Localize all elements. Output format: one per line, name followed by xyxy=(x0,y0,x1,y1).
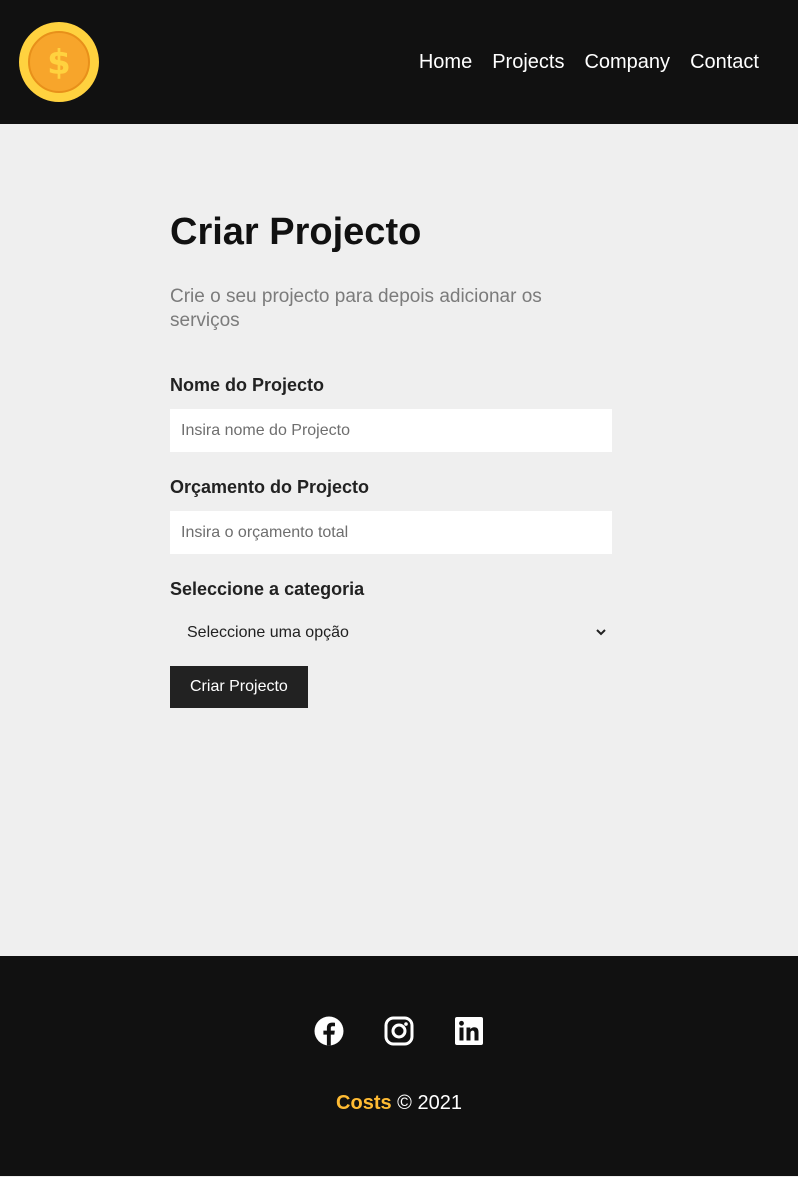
footer: Costs © 2021 xyxy=(0,956,798,1176)
facebook-icon[interactable] xyxy=(314,1016,344,1046)
nav-link-projects[interactable]: Projects xyxy=(492,51,564,74)
project-budget-input[interactable] xyxy=(170,511,612,554)
category-field: Seleccione a categoria Seleccione uma op… xyxy=(170,578,612,652)
gold-coin-dollar-icon[interactable]: $ xyxy=(19,22,99,102)
nav-link-home[interactable]: Home xyxy=(419,51,472,74)
social-links xyxy=(0,1016,798,1046)
navbar: $ Home Projects Company Contact xyxy=(0,0,798,124)
copyright-text: © 2021 xyxy=(397,1092,462,1114)
main-nav: Home Projects Company Contact xyxy=(419,51,759,74)
copyright: Costs © 2021 xyxy=(0,1092,798,1115)
page-subtitle: Crie o seu projecto para depois adiciona… xyxy=(170,286,542,331)
create-project-section: Criar Projecto Crie o seu projecto para … xyxy=(170,190,612,708)
create-project-form: Nome do Projecto Orçamento do Projecto S… xyxy=(170,374,612,708)
category-label: Seleccione a categoria xyxy=(170,579,365,599)
project-name-field: Nome do Projecto xyxy=(170,374,612,452)
project-name-input[interactable] xyxy=(170,409,612,452)
brand-name: Costs xyxy=(336,1092,392,1114)
page-title: Criar Projecto xyxy=(170,211,422,253)
project-budget-field: Orçamento do Projecto xyxy=(170,476,612,554)
project-budget-label: Orçamento do Projecto xyxy=(170,477,370,497)
create-project-button[interactable]: Criar Projecto xyxy=(170,666,308,708)
category-select[interactable]: Seleccione uma opção xyxy=(170,614,612,652)
svg-text:$: $ xyxy=(47,43,71,83)
nav-link-contact[interactable]: Contact xyxy=(690,51,759,74)
category-selected-value: Seleccione uma opção xyxy=(187,624,349,641)
project-name-label: Nome do Projecto xyxy=(170,375,325,395)
instagram-icon[interactable] xyxy=(384,1016,414,1046)
nav-link-company[interactable]: Company xyxy=(584,51,670,74)
linkedin-icon[interactable] xyxy=(454,1016,484,1046)
chevron-down-icon xyxy=(596,629,606,636)
